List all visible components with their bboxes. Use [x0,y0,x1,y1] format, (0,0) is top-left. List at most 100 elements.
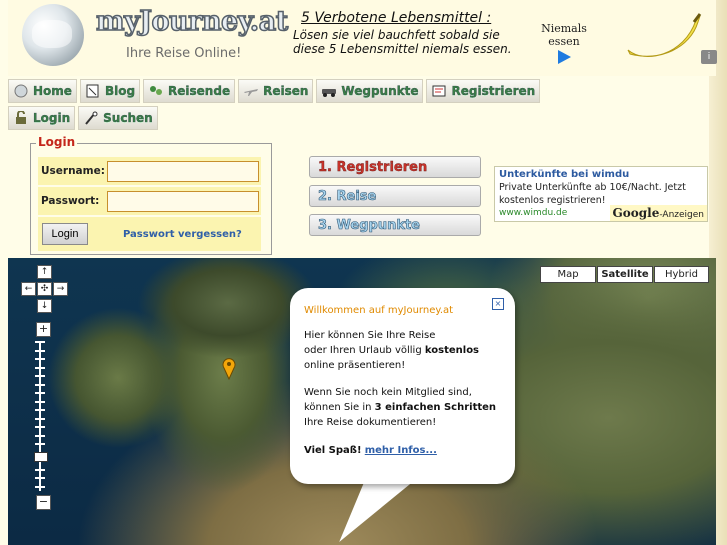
zoom-tick [35,477,45,479]
zoom-slider-handle[interactable] [34,452,48,462]
username-input[interactable] [107,160,259,182]
zoom-out-button[interactable]: − [36,495,51,510]
step-label: 1. Registrieren [318,159,428,175]
login-legend: Login [36,135,78,149]
nav-item-home[interactable]: Home [8,79,77,103]
play-arrow-icon[interactable] [558,50,571,64]
nav-item-reisende[interactable]: Reisende [143,79,236,103]
zoom-tick [35,426,45,428]
zoom-tick [35,443,45,445]
close-icon[interactable]: × [492,298,504,310]
nav-label: Registrieren [451,84,536,98]
zoom-tick [35,434,45,437]
info-text: Wenn Sie noch kein Mitglied sind, [304,387,472,398]
promo-side-line-1: Niemals [541,22,587,35]
lock-icon [16,111,26,124]
zoom-tick [35,400,45,403]
zoom-tick [35,485,45,488]
info-text: online präsentieren! [304,360,406,371]
info-paragraph-2: Wenn Sie noch kein Mitglied sind, können… [304,385,504,430]
zoom-in-button[interactable]: + [36,322,51,337]
info-window-title: Willkommen auf myJourney.at [304,305,454,316]
map-type-hybrid-button[interactable]: Hybrid [654,266,709,283]
zoom-tick [35,468,45,471]
nav-label: Home [33,84,72,98]
step-travel-button[interactable]: 2. Reise [309,185,481,207]
banana-icon[interactable] [624,12,702,62]
zoom-tick [35,375,45,377]
ad-info-badge[interactable]: i [701,50,717,64]
username-row: Username: [38,157,261,185]
step-register-button[interactable]: 1. Registrieren [309,156,481,178]
nav-item-blog[interactable]: Blog [79,79,141,103]
step-label: 3. Wegpunkte [318,217,421,233]
blog-icon [86,84,99,98]
info-bold: Viel Spaß! [304,445,362,456]
people-icon [150,86,163,95]
map-type-map-button[interactable]: Map [540,266,596,283]
page: myJourney.at Ihre Reise Online! 5 Verbot… [0,0,727,545]
nav-label: Reisen [263,84,309,98]
pan-down-button[interactable]: ↓ [37,299,52,313]
username-label: Username: [41,165,105,177]
map-type-satellite-button[interactable]: Satellite [597,266,653,283]
more-info-link[interactable]: mehr Infos... [365,445,437,456]
search-icon [85,111,98,125]
google-ad-box[interactable]: Unterkünfte bei wimdu Private Unterkünft… [494,166,708,222]
nav-label: Reisende [168,84,231,98]
zoom-tick [35,366,45,369]
pan-right-button[interactable]: → [53,282,68,296]
step-label: 2. Reise [318,188,377,204]
google-ads-label[interactable]: Google-Anzeigen [609,205,707,221]
nav-item-suchen[interactable]: Suchen [78,106,158,130]
ad-text: Private Unterkünfte ab 10€/Nacht. Jetzt … [499,182,686,206]
zoom-tick [35,341,45,343]
nav-label: Blog [104,84,136,98]
plane-icon [244,89,259,96]
nav-label: Suchen [103,111,153,125]
nav-row-2: Login Suchen [8,106,708,130]
site-tagline: Ihre Reise Online! [126,46,242,61]
login-button[interactable]: Login [42,223,88,245]
google-ads-suffix: -Anzeigen [659,210,704,220]
info-text: können Sie in [304,402,372,413]
site-logo-text[interactable]: myJourney.at [95,5,289,38]
zoom-slider[interactable] [35,341,45,491]
promo-banner[interactable]: 5 Verbotene Lebensmittel : Lösen sie vie… [293,10,538,56]
nav-item-registrieren[interactable]: Registrieren [426,79,541,103]
password-input[interactable] [107,190,259,212]
nav-item-wegpunkte[interactable]: Wegpunkte [316,79,424,103]
nav-item-reisen[interactable]: Reisen [238,79,314,103]
pan-left-button[interactable]: ← [21,282,36,296]
globe-logo-icon[interactable] [22,4,84,66]
info-text: Ihre Reise dokumentieren! [304,417,437,428]
password-row: Passwort: [38,187,261,215]
password-label: Passwort: [41,195,100,207]
zoom-tick [35,392,45,394]
google-logo: Google [612,206,660,220]
ad-title[interactable]: Unterkünfte bei wimdu [495,167,707,180]
nav-label: Login [33,111,71,125]
main-navigation: Home Blog Reisende Reisen Wegpunkte Regi… [8,79,708,131]
login-actions-row: Login Passwort vergessen? [38,217,261,251]
zoom-tick [35,358,45,360]
car-icon [322,89,337,97]
globe-icon [14,84,28,98]
register-icon [432,85,446,97]
zoom-tick [35,383,45,386]
info-window: Willkommen auf myJourney.at × Hier könne… [290,288,515,484]
site-header: myJourney.at Ihre Reise Online! 5 Verbot… [8,0,717,76]
pan-up-button[interactable]: ↑ [37,265,52,279]
login-form: Username: Passwort: Login Passwort verge… [38,157,261,251]
promo-line-1: Lösen sie viel bauchfett sobald sie [293,28,500,42]
info-bold: kostenlos [424,345,480,356]
promo-title: 5 Verbotene Lebensmittel : [301,10,492,26]
zoom-tick [35,409,45,411]
forgot-password-link[interactable]: Passwort vergessen? [123,229,242,240]
promo-side-text[interactable]: Niemals essen [540,22,588,48]
map-marker-icon[interactable] [222,358,236,380]
step-waypoints-button[interactable]: 3. Wegpunkte [309,214,481,236]
info-text: Hier können Sie Ihre Reise [304,330,436,341]
nav-item-login[interactable]: Login [8,106,76,130]
pan-center-icon[interactable]: ✣ [37,282,52,296]
